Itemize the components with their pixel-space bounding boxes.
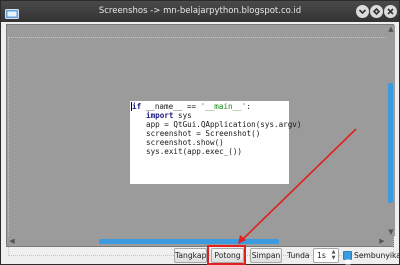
annotation-arrow: [238, 128, 357, 244]
